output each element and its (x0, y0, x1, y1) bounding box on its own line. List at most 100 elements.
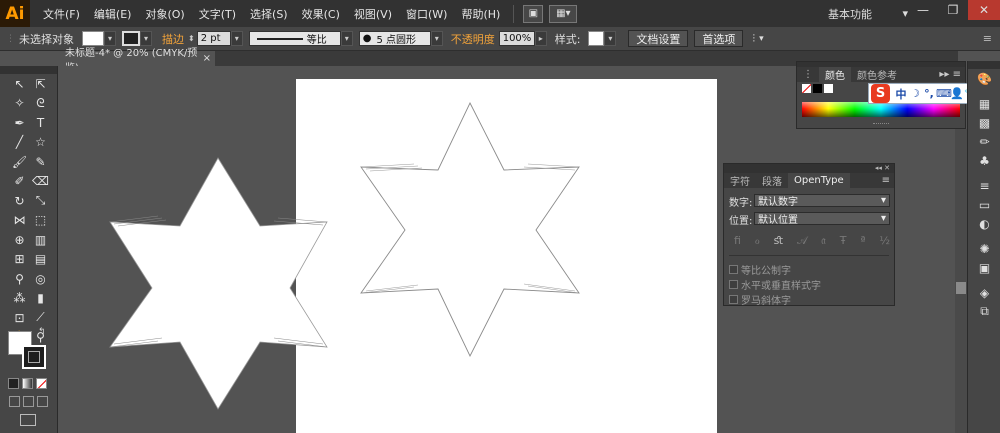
swap-colors-icon[interactable]: ↰ (38, 327, 46, 337)
gradient-panel-icon[interactable]: ▭ (968, 195, 1000, 214)
draw-normal-icon[interactable] (9, 396, 20, 407)
stepper-icon[interactable]: ⬍ (188, 34, 195, 43)
close-icon[interactable]: ✕ (968, 0, 1000, 20)
tab-color[interactable]: 颜色 (819, 67, 851, 82)
blend-tool-icon[interactable]: ◎ (30, 269, 51, 288)
brushes-icon[interactable]: ✏ (968, 132, 1000, 151)
tab-character[interactable]: 字符 (724, 173, 756, 188)
menu-file[interactable]: 文件(F) (36, 6, 87, 22)
document-tab[interactable]: 未标题-4* @ 20% (CMYK/预览) × (58, 48, 215, 74)
horizontal-vertical-kana-option[interactable]: 水平或垂直样式字 (729, 277, 821, 292)
close-icon[interactable]: × (203, 53, 211, 64)
color-mode-icon[interactable] (8, 378, 19, 389)
opacity-label[interactable]: 不透明度 (451, 31, 495, 47)
chevron-down-icon[interactable]: ▾ (759, 34, 764, 44)
scale-tool-icon[interactable]: ⤡ (30, 191, 51, 210)
star-shape-left[interactable] (109, 157, 328, 410)
menu-help[interactable]: 帮助(H) (454, 6, 507, 22)
chevron-down-icon[interactable]: ▾ (230, 31, 243, 46)
artboard-tool-icon[interactable]: ⊡ (9, 308, 30, 327)
pencil-tool-icon[interactable]: ✎ (30, 152, 51, 171)
black-swatch[interactable] (813, 84, 822, 93)
tab-opentype[interactable]: OpenType (788, 173, 850, 188)
sogou-logo-icon[interactable]: S (871, 84, 890, 103)
vertical-scrollbar[interactable] (955, 129, 967, 433)
chevron-right-icon[interactable]: ▸ (534, 31, 547, 46)
opacity-field[interactable]: 100% (498, 31, 535, 46)
stroke-panel-icon[interactable]: ≡ (968, 176, 1000, 195)
symbols-icon[interactable]: ♣ (968, 151, 1000, 170)
none-mode-icon[interactable] (36, 378, 47, 389)
fractions-icon[interactable]: ½ (879, 234, 890, 248)
proportional-metrics-option[interactable]: 等比公制字 (729, 262, 791, 277)
color-panel-icon[interactable]: 🎨 (968, 69, 1000, 88)
ordinals-icon[interactable]: ª (860, 234, 865, 248)
moon-icon[interactable]: ☽ (908, 87, 922, 100)
chevron-down-icon[interactable]: ▾ (604, 31, 617, 46)
free-transform-tool-icon[interactable]: ⬚ (30, 211, 51, 230)
symbol-sprayer-tool-icon[interactable]: ⁂ (9, 289, 30, 308)
selection-tool-icon[interactable]: ↖ (9, 74, 30, 93)
scrollbar-thumb[interactable] (956, 282, 966, 294)
bridge-icon[interactable]: ▣ (523, 4, 544, 23)
ime-mode-label[interactable]: 中 (894, 86, 908, 102)
pen-tool-icon[interactable]: ✒ (9, 113, 30, 132)
mesh-tool-icon[interactable]: ⊞ (9, 250, 30, 269)
minimize-icon[interactable]: — (908, 0, 938, 20)
type-tool-icon[interactable]: T (30, 113, 51, 132)
white-swatch[interactable] (824, 84, 833, 93)
line-tool-icon[interactable]: ╱ (9, 133, 30, 152)
width-tool-icon[interactable]: ⋈ (9, 211, 30, 230)
draw-inside-icon[interactable] (37, 396, 48, 407)
menu-object[interactable]: 对象(O) (138, 6, 191, 22)
punctuation-icon[interactable]: °, (922, 87, 936, 100)
keyboard-icon[interactable]: ⌨ (936, 87, 952, 100)
eyedropper-tool-icon[interactable]: ⚲ (9, 269, 30, 288)
column-graph-tool-icon[interactable]: ▮ (30, 289, 51, 308)
resize-grip-icon[interactable] (873, 123, 889, 125)
appearance-icon[interactable]: ✺ (968, 239, 1000, 258)
menu-view[interactable]: 视图(V) (347, 6, 399, 22)
tab-paragraph[interactable]: 段落 (756, 173, 788, 188)
gradient-mode-icon[interactable] (22, 378, 33, 389)
paintbrush-tool-icon[interactable]: 🖌 (9, 152, 30, 171)
roman-italics-checkbox[interactable] (729, 295, 738, 304)
slice-tool-icon[interactable]: ⟋ (30, 308, 51, 327)
draw-behind-icon[interactable] (23, 396, 34, 407)
magic-wand-tool-icon[interactable]: ✧ (9, 94, 30, 113)
user-icon[interactable]: 👤 (950, 87, 964, 100)
titling-alternates-icon[interactable]: Ŧ (840, 234, 847, 248)
artboards-icon[interactable]: ⧉ (968, 302, 1000, 321)
color-spectrum[interactable] (802, 102, 960, 117)
menu-type[interactable]: 文字(T) (192, 6, 243, 22)
none-swatch[interactable] (802, 84, 811, 93)
chevron-down-icon[interactable]: ▾ (430, 31, 443, 46)
standard-ligatures-icon[interactable]: ﬁ (734, 234, 741, 248)
position-select[interactable]: 默认位置 ▾ (754, 212, 890, 226)
direct-selection-tool-icon[interactable]: ⇱ (30, 74, 51, 93)
perspective-grid-tool-icon[interactable]: ▥ (30, 230, 51, 249)
align-icon[interactable]: ⫶ (752, 32, 755, 46)
eraser-tool-icon[interactable]: ⌫ (30, 172, 51, 191)
horizontal-vertical-kana-checkbox[interactable] (729, 280, 738, 289)
maximize-icon[interactable]: ❐ (938, 0, 968, 20)
lasso-tool-icon[interactable]: ᘓ (30, 94, 51, 113)
menu-effect[interactable]: 效果(C) (295, 6, 347, 22)
color-guide-icon[interactable]: ▦ (968, 94, 1000, 113)
stroke-profile-field[interactable]: 等比 (248, 31, 341, 46)
stroke-color-box[interactable] (22, 345, 46, 369)
swatches-icon[interactable]: ▩ (968, 113, 1000, 132)
discretionary-ligatures-icon[interactable]: ﬆ (774, 234, 783, 248)
preferences-button[interactable]: 首选项 (694, 30, 744, 47)
graphic-styles-icon[interactable]: ▣ (968, 258, 1000, 277)
arrange-documents-icon[interactable]: ▦▾ (549, 4, 578, 23)
swash-icon[interactable]: 𝒜 (797, 234, 807, 248)
transparency-icon[interactable]: ◐ (968, 214, 1000, 233)
chevron-down-icon[interactable]: ▾ (340, 31, 353, 46)
stylistic-alternates-icon[interactable]: 𝔞 (821, 234, 826, 248)
shape-builder-tool-icon[interactable]: ⊕ (9, 230, 30, 249)
style-swatch[interactable] (588, 31, 605, 46)
workspace-switcher[interactable]: 基本功能 ▾ (828, 5, 908, 22)
proportional-metrics-checkbox[interactable] (729, 265, 738, 274)
star-tool-icon[interactable]: ☆ (30, 133, 51, 152)
